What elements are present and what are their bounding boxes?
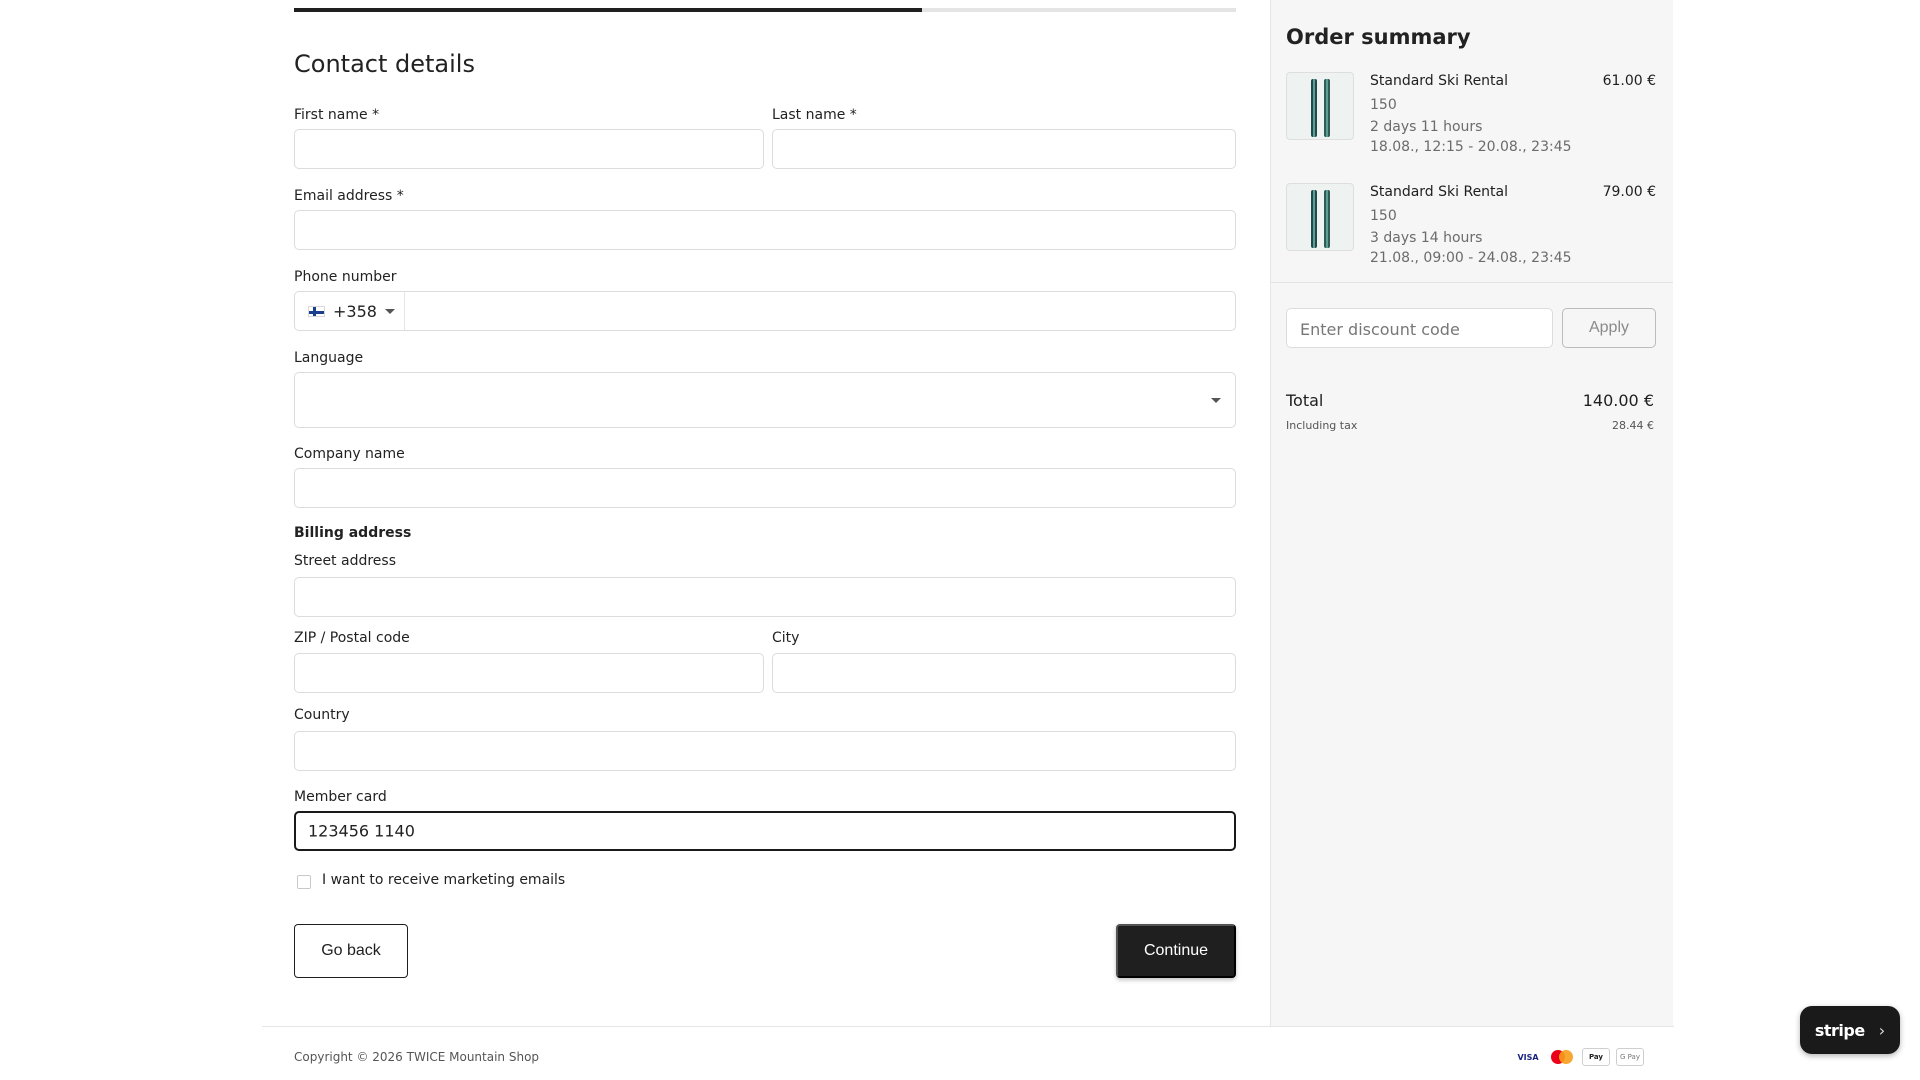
total-label: Total <box>1286 391 1324 410</box>
item-name: Standard Ski Rental <box>1370 184 1509 200</box>
item-duration: 3 days 14 hours <box>1370 230 1483 246</box>
go-back-button[interactable]: Go back <box>294 924 408 978</box>
item-period: 18.08., 12:15 - 20.08., 23:45 <box>1370 139 1572 155</box>
country-code-select[interactable]: +358 <box>295 292 405 330</box>
item-price: 79.00 € <box>1602 184 1656 200</box>
chevron-down-icon <box>1211 398 1221 403</box>
member-card-value: 123456 1140 <box>308 821 415 841</box>
apply-discount-button[interactable]: Apply <box>1562 308 1656 348</box>
item-name: Standard Ski Rental <box>1370 73 1509 89</box>
country-label: Country <box>294 707 350 723</box>
marketing-checkbox-label[interactable]: I want to receive marketing emails <box>322 872 565 888</box>
stripe-badge[interactable]: stripe › <box>1800 1006 1900 1054</box>
last-name-label: Last name * <box>772 107 857 123</box>
country-field[interactable] <box>294 731 1236 771</box>
discount-code-placeholder: Enter discount code <box>1300 320 1460 339</box>
page-title: Contact details <box>294 50 475 78</box>
checkout-progress-bar <box>294 8 1236 12</box>
ski-product-image <box>1286 72 1354 140</box>
street-field[interactable] <box>294 577 1236 617</box>
marketing-checkbox[interactable] <box>297 875 311 889</box>
payment-methods: VISA Pay G Pay <box>1514 1048 1644 1066</box>
zip-label: ZIP / Postal code <box>294 630 410 646</box>
mastercard-icon <box>1548 1048 1576 1066</box>
language-label: Language <box>294 350 364 366</box>
continue-button[interactable]: Continue <box>1116 924 1236 978</box>
dial-code: +358 <box>333 301 377 321</box>
item-duration: 2 days 11 hours <box>1370 119 1483 135</box>
city-field[interactable] <box>772 653 1236 693</box>
discount-code-input[interactable]: Enter discount code <box>1286 308 1553 348</box>
street-label: Street address <box>294 553 396 569</box>
billing-address-title: Billing address <box>294 525 412 541</box>
ski-product-image <box>1286 183 1354 251</box>
member-card-field[interactable]: 123456 1140 <box>294 811 1236 851</box>
order-item: Standard Ski Rental 61.00 € 150 2 days 1… <box>1286 72 1656 162</box>
chevron-right-icon: › <box>1878 1020 1886 1040</box>
progress-fill <box>294 8 923 12</box>
company-field[interactable] <box>294 468 1236 508</box>
google-pay-icon: G Pay <box>1616 1048 1644 1066</box>
language-select[interactable] <box>294 372 1236 428</box>
stripe-logo: stripe <box>1814 1020 1865 1040</box>
copyright-text: Copyright © 2026 TWICE Mountain Shop <box>294 1050 540 1064</box>
last-name-field[interactable] <box>772 129 1236 169</box>
city-label: City <box>772 630 800 646</box>
total-value: 140.00 € <box>1582 391 1654 410</box>
item-size: 150 <box>1370 97 1397 113</box>
item-price: 61.00 € <box>1602 73 1656 89</box>
visa-icon: VISA <box>1514 1048 1542 1066</box>
email-field[interactable] <box>294 210 1236 250</box>
email-label: Email address * <box>294 188 404 204</box>
company-label: Company name <box>294 446 405 462</box>
footer-divider <box>262 1026 1674 1027</box>
tax-label: Including tax <box>1286 419 1358 432</box>
order-summary-title: Order summary <box>1286 25 1471 49</box>
first-name-field[interactable] <box>294 129 764 169</box>
first-name-label: First name * <box>294 107 380 123</box>
member-card-label: Member card <box>294 789 387 805</box>
apple-pay-icon: Pay <box>1582 1048 1610 1066</box>
phone-label: Phone number <box>294 269 397 285</box>
item-period: 21.08., 09:00 - 24.08., 23:45 <box>1370 250 1572 266</box>
zip-field[interactable] <box>294 653 764 693</box>
item-size: 150 <box>1370 208 1397 224</box>
summary-divider <box>1270 282 1673 283</box>
tax-value: 28.44 € <box>1612 419 1654 432</box>
finland-flag-icon <box>308 305 325 317</box>
phone-field[interactable]: +358 <box>294 291 1236 331</box>
chevron-down-icon <box>384 308 395 314</box>
order-item: Standard Ski Rental 79.00 € 150 3 days 1… <box>1286 183 1656 273</box>
